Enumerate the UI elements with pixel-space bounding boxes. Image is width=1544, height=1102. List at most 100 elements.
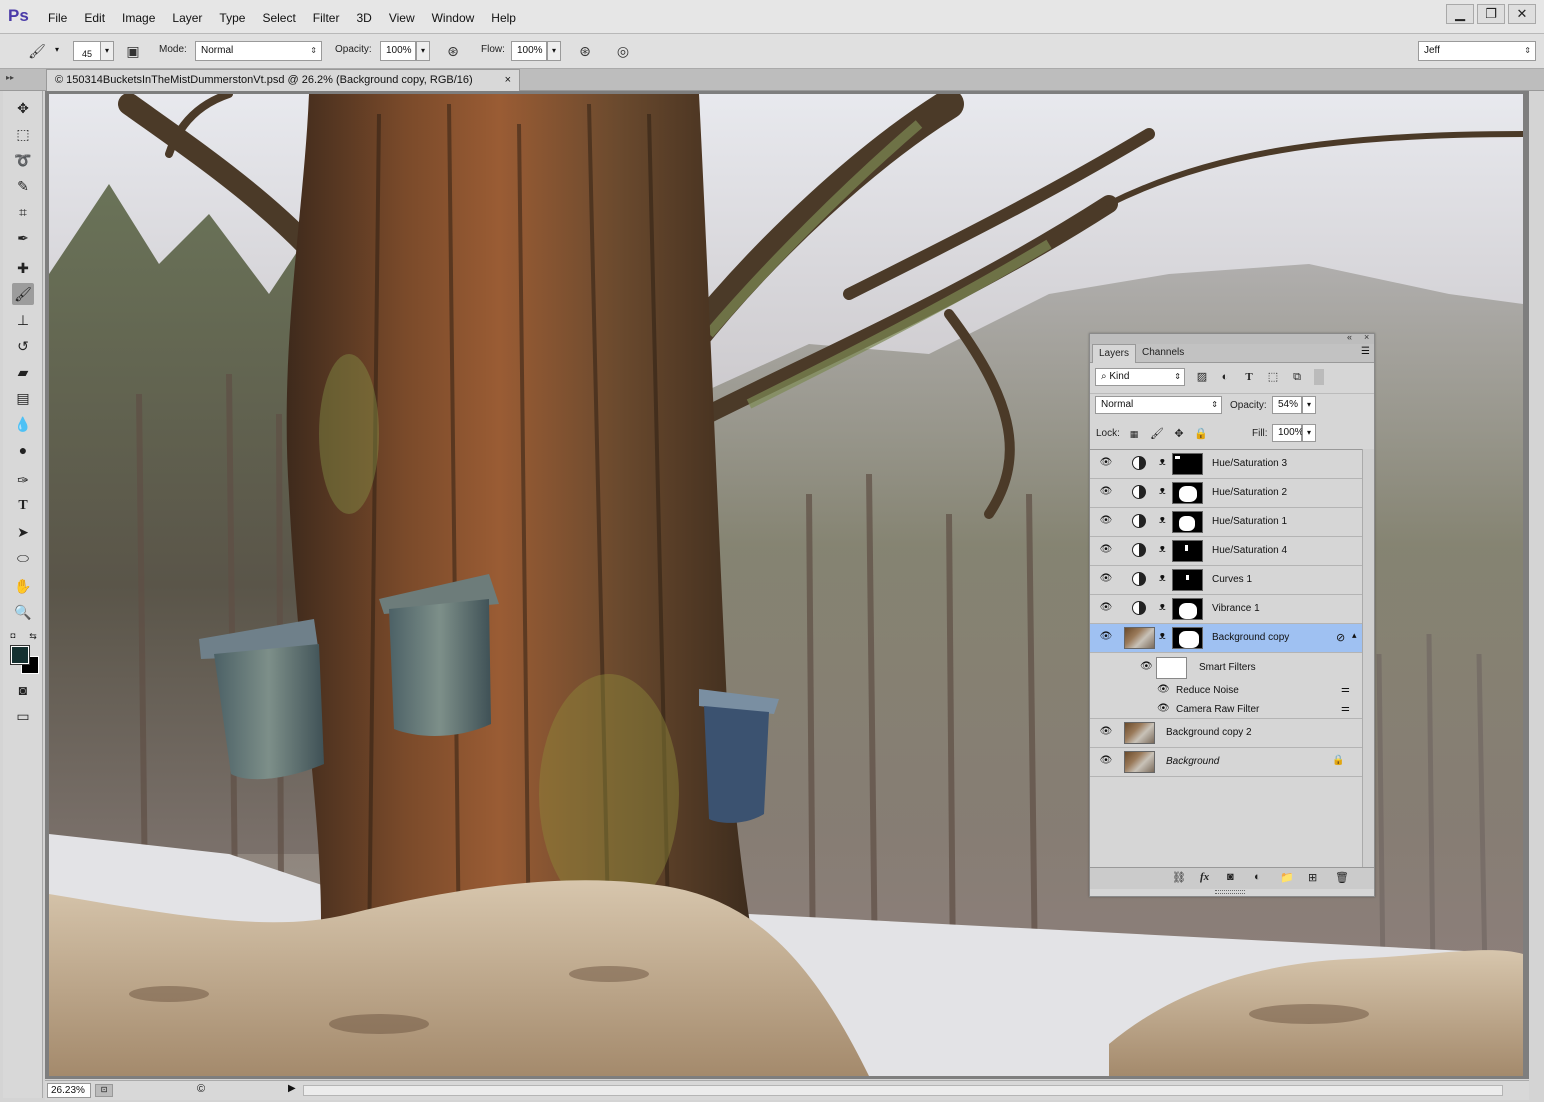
- move-tool-icon[interactable]: ✥: [12, 97, 34, 119]
- blend-mode-select[interactable]: Normal ⇕: [1095, 396, 1222, 414]
- smart-filter-indicator-icon[interactable]: ⊘: [1336, 631, 1345, 644]
- smart-filter-row[interactable]: 👁 Reduce Noise ⚌: [1090, 681, 1362, 700]
- new-layer-icon[interactable]: ⊞: [1308, 871, 1317, 884]
- smart-filter-mask-thumbnail[interactable]: [1156, 657, 1187, 679]
- link-chain-icon[interactable]: ᴥ: [1159, 601, 1166, 613]
- hand-tool-icon[interactable]: ✋: [12, 575, 34, 597]
- horizontal-scrollbar[interactable]: [303, 1085, 1503, 1096]
- layer-mask-thumbnail[interactable]: [1172, 482, 1203, 504]
- smart-filters-row[interactable]: 👁 Smart Filters: [1090, 653, 1362, 681]
- layer-row[interactable]: 👁 ᴥ Hue/Saturation 4: [1090, 537, 1362, 566]
- add-layer-style-icon[interactable]: fx: [1200, 871, 1209, 883]
- visibility-eye-icon[interactable]: 👁: [1099, 602, 1113, 613]
- brush-size-picker[interactable]: 45: [73, 41, 101, 61]
- status-toggle-icon[interactable]: ⊡: [95, 1084, 113, 1097]
- menu-3d[interactable]: 3D: [356, 11, 371, 25]
- opacity-dropdown-icon[interactable]: ▾: [416, 41, 430, 61]
- menu-view[interactable]: View: [389, 11, 415, 25]
- menu-filter[interactable]: Filter: [313, 11, 340, 25]
- minimize-button[interactable]: ▁: [1446, 4, 1474, 24]
- menu-layer[interactable]: Layer: [172, 11, 202, 25]
- link-chain-icon[interactable]: ᴥ: [1159, 543, 1166, 555]
- visibility-eye-icon[interactable]: 👁: [1157, 684, 1170, 695]
- delete-layer-icon[interactable]: 🗑: [1335, 871, 1349, 884]
- flow-field[interactable]: 100%: [511, 41, 547, 61]
- layer-thumbnail[interactable]: [1124, 722, 1155, 744]
- brush-tool-preset-icon[interactable]: 🖌: [26, 41, 48, 61]
- lasso-tool-icon[interactable]: ➰: [12, 149, 34, 171]
- swap-colors-icon[interactable]: ⇆: [26, 625, 40, 647]
- filter-pixel-icon[interactable]: ▨: [1194, 369, 1210, 385]
- lock-transparent-icon[interactable]: ▦: [1126, 426, 1142, 442]
- menu-edit[interactable]: Edit: [84, 11, 105, 25]
- layer-mask-thumbnail[interactable]: [1172, 511, 1203, 533]
- menu-help[interactable]: Help: [491, 11, 516, 25]
- new-group-icon[interactable]: 📁: [1280, 871, 1294, 884]
- flow-dropdown-icon[interactable]: ▾: [547, 41, 561, 61]
- history-brush-tool-icon[interactable]: ↺: [12, 335, 34, 357]
- panel-resize-grip[interactable]: [1215, 890, 1245, 894]
- path-selection-tool-icon[interactable]: ➤: [12, 521, 34, 543]
- visibility-eye-icon[interactable]: 👁: [1099, 544, 1113, 555]
- pen-tool-icon[interactable]: ✑: [12, 469, 34, 491]
- filter-toggle-icon[interactable]: [1314, 369, 1324, 385]
- gradient-tool-icon[interactable]: ▤: [12, 387, 34, 409]
- mode-select[interactable]: Normal ⇕: [195, 41, 322, 61]
- filter-blending-options-icon[interactable]: ⚌: [1341, 703, 1350, 714]
- close-document-icon[interactable]: ×: [505, 70, 511, 90]
- collapse-panel-icon[interactable]: «: [1347, 332, 1352, 342]
- filter-smart-object-icon[interactable]: ⧉: [1289, 369, 1305, 385]
- pressure-size-icon[interactable]: ◎: [612, 41, 634, 61]
- link-chain-icon[interactable]: ᴥ: [1159, 485, 1166, 497]
- panel-menu-icon[interactable]: ☰: [1361, 346, 1370, 357]
- layer-row[interactable]: 👁 ᴥ Hue/Saturation 3: [1090, 450, 1362, 479]
- tab-channels[interactable]: Channels: [1136, 344, 1190, 363]
- link-chain-icon[interactable]: ᴥ: [1159, 630, 1166, 642]
- dodge-tool-icon[interactable]: ●: [12, 439, 34, 461]
- menu-type[interactable]: Type: [219, 11, 245, 25]
- tool-preset-dropdown-icon[interactable]: ▾: [50, 41, 64, 61]
- layer-mask-thumbnail[interactable]: [1172, 453, 1203, 475]
- document-tab[interactable]: © 150314BucketsInTheMistDummerstonVt.psd…: [46, 69, 520, 91]
- layer-mask-thumbnail[interactable]: [1172, 569, 1203, 591]
- visibility-eye-icon[interactable]: 👁: [1099, 573, 1113, 584]
- clone-stamp-tool-icon[interactable]: ⊥: [12, 309, 34, 331]
- marquee-tool-icon[interactable]: ⬚: [12, 123, 34, 145]
- collapse-toolbar-icon[interactable]: ▸▸: [6, 73, 14, 82]
- add-mask-icon[interactable]: ◙: [1227, 871, 1234, 883]
- blur-tool-icon[interactable]: 💧: [12, 413, 34, 435]
- smart-object-thumbnail[interactable]: [1124, 627, 1155, 649]
- brush-tool-icon[interactable]: 🖌: [12, 283, 34, 305]
- screen-mode-icon[interactable]: ▭: [12, 705, 34, 727]
- visibility-eye-icon[interactable]: 👁: [1099, 457, 1113, 468]
- layer-mask-thumbnail[interactable]: [1172, 540, 1203, 562]
- visibility-eye-icon[interactable]: 👁: [1099, 755, 1113, 766]
- smart-filter-row[interactable]: 👁 Camera Raw Filter ⚌: [1090, 700, 1362, 719]
- restore-button[interactable]: ❐: [1477, 4, 1505, 24]
- tab-layers[interactable]: Layers: [1092, 344, 1137, 363]
- filter-adjustment-icon[interactable]: ◐: [1217, 369, 1233, 385]
- airbrush-icon[interactable]: ⊛: [574, 41, 596, 61]
- menu-window[interactable]: Window: [432, 11, 475, 25]
- pressure-opacity-icon[interactable]: ⊛: [442, 41, 464, 61]
- zoom-level-field[interactable]: 26.23%: [47, 1083, 91, 1098]
- link-chain-icon[interactable]: ᴥ: [1159, 456, 1166, 468]
- fill-field[interactable]: 100%: [1272, 424, 1304, 442]
- layer-row[interactable]: 👁 ᴥ Vibrance 1: [1090, 595, 1362, 624]
- crop-tool-icon[interactable]: ⌗: [12, 201, 34, 223]
- workspace-select[interactable]: Jeff ⇕: [1418, 41, 1536, 61]
- filter-type-icon[interactable]: T: [1241, 369, 1257, 385]
- panel-header-bar[interactable]: « ×: [1090, 332, 1374, 344]
- eyedropper-tool-icon[interactable]: ✒: [12, 227, 34, 249]
- zoom-tool-icon[interactable]: 🔍: [12, 601, 34, 623]
- layer-opacity-field[interactable]: 54%: [1272, 396, 1302, 414]
- layer-row[interactable]: 👁 Background copy 2: [1090, 719, 1362, 748]
- foreground-color-swatch[interactable]: [10, 645, 30, 665]
- close-panel-icon[interactable]: ×: [1364, 332, 1369, 342]
- link-layers-icon[interactable]: ⛓: [1172, 871, 1186, 884]
- status-menu-arrow-icon[interactable]: ▶: [288, 1083, 296, 1094]
- visibility-eye-icon[interactable]: 👁: [1099, 631, 1113, 642]
- brush-size-dropdown-icon[interactable]: ▾: [100, 41, 114, 61]
- layer-row-selected[interactable]: 👁 ᴥ Background copy ⊘ ▴: [1090, 624, 1362, 653]
- fill-dropdown-icon[interactable]: ▾: [1302, 424, 1316, 442]
